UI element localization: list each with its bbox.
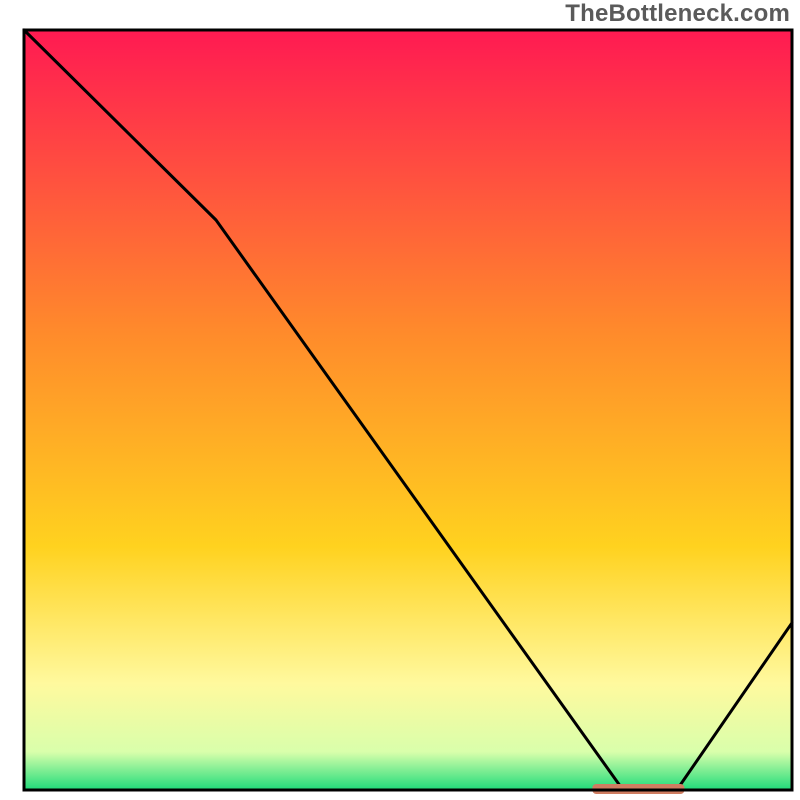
bottleneck-chart [0,0,800,800]
chart-container: { "attribution": "TheBottleneck.com", "c… [0,0,800,800]
